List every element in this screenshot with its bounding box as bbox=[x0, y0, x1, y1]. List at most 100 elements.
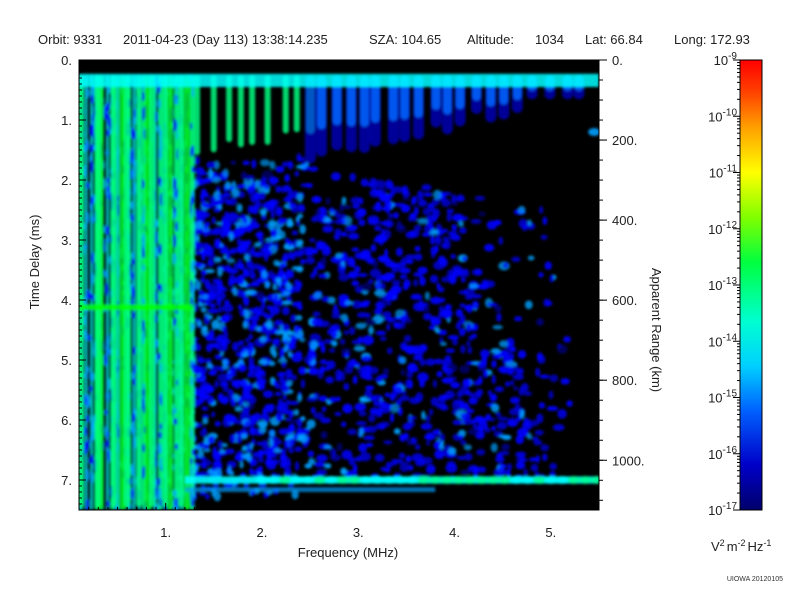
echo-blob bbox=[213, 207, 221, 213]
echo-blob bbox=[495, 412, 502, 417]
echo-blob bbox=[389, 413, 395, 423]
echo-blob bbox=[387, 213, 394, 219]
echo-blob bbox=[241, 405, 250, 414]
echo-blob bbox=[269, 429, 276, 438]
y2-axis-title: Apparent Range (km) bbox=[649, 268, 664, 392]
y2-tick-label: 600. bbox=[612, 293, 637, 308]
echo-blob bbox=[422, 207, 431, 216]
echo-blob bbox=[236, 203, 243, 213]
echo-blob bbox=[512, 373, 525, 381]
plasma-line bbox=[135, 75, 142, 507]
echo-blob bbox=[87, 334, 92, 342]
y2-tick-label: 1000. bbox=[612, 453, 645, 468]
echo-blob bbox=[266, 305, 275, 311]
echo-blob bbox=[173, 418, 178, 425]
echo-blob bbox=[297, 205, 306, 213]
echo-blob bbox=[205, 221, 211, 227]
echo-blob bbox=[287, 161, 294, 170]
echo-blob bbox=[429, 235, 436, 245]
echo-blob bbox=[328, 348, 336, 353]
echo-blob bbox=[275, 413, 284, 422]
echo-blob bbox=[249, 316, 260, 322]
echo-blob bbox=[286, 281, 292, 291]
echo-blob bbox=[538, 402, 546, 409]
echo-blob bbox=[353, 345, 366, 352]
echo-blob bbox=[310, 340, 318, 350]
echo-blob bbox=[86, 395, 91, 409]
echo-blob bbox=[131, 285, 136, 300]
echo-blob bbox=[468, 283, 479, 289]
echo-blob bbox=[274, 305, 279, 313]
echo-blob bbox=[463, 476, 476, 484]
echo-blob bbox=[506, 365, 512, 376]
echo-blob bbox=[425, 464, 436, 475]
echo-blob bbox=[217, 194, 226, 199]
echo-blob bbox=[406, 371, 414, 379]
echo-blob bbox=[83, 441, 88, 455]
echo-blob bbox=[196, 242, 204, 250]
echo-blob bbox=[496, 312, 502, 322]
echo-blob bbox=[319, 359, 328, 365]
echo-blob bbox=[130, 467, 135, 477]
colorbar-tick-label: 10-14 bbox=[708, 332, 737, 349]
echo-blob bbox=[498, 476, 511, 484]
echo-blob bbox=[295, 216, 300, 222]
echo-blob bbox=[230, 160, 237, 165]
echo-blob bbox=[231, 341, 240, 352]
y-axis-right: 0. 200. 400. 600. 800. 1000. bbox=[599, 53, 645, 501]
echo-blob bbox=[347, 232, 360, 240]
echo-blob bbox=[368, 326, 374, 335]
echo-blob bbox=[471, 293, 482, 299]
echo-blob bbox=[456, 390, 463, 399]
echo-blob bbox=[247, 205, 253, 214]
echo-blob bbox=[515, 434, 525, 445]
echo-blob bbox=[286, 380, 293, 387]
echo-blob bbox=[282, 252, 289, 263]
echo-blob bbox=[538, 272, 544, 278]
echo-blob bbox=[204, 278, 211, 289]
echo-blob bbox=[258, 465, 263, 475]
echo-blob bbox=[89, 160, 94, 174]
echo-blob bbox=[331, 340, 338, 347]
harmonic-trace bbox=[79, 304, 193, 311]
echo-blob bbox=[444, 354, 452, 362]
echo-blob bbox=[459, 314, 466, 323]
echo-blob bbox=[539, 206, 544, 214]
echo-blob bbox=[190, 195, 195, 206]
echo-blob bbox=[403, 432, 409, 439]
echo-blob bbox=[458, 221, 464, 227]
echo-blob bbox=[299, 224, 306, 235]
echo-blob bbox=[358, 411, 367, 417]
echo-blob bbox=[511, 256, 521, 263]
echo-blob bbox=[288, 438, 295, 448]
echo-blob bbox=[388, 192, 394, 200]
echo-blob bbox=[131, 425, 136, 436]
echo-blob bbox=[172, 234, 177, 248]
echo-blob bbox=[242, 160, 250, 166]
echo-blob bbox=[527, 219, 532, 226]
echo-blob bbox=[484, 427, 491, 433]
echo-blob bbox=[253, 191, 260, 199]
echo-blob bbox=[414, 245, 421, 252]
echo-blob bbox=[275, 185, 282, 193]
echo-blob bbox=[365, 442, 374, 448]
echo-blob bbox=[468, 335, 474, 341]
echo-blob bbox=[367, 215, 380, 224]
echo-blob bbox=[306, 396, 318, 402]
colorbar-tick-label: 10-13 bbox=[708, 276, 737, 293]
echo-blob bbox=[310, 407, 316, 415]
echo-blob bbox=[340, 467, 348, 476]
echo-blob bbox=[335, 252, 343, 259]
y-axis-title: Time Delay (ms) bbox=[27, 215, 42, 310]
echo-blob bbox=[579, 476, 592, 484]
echo-blob bbox=[249, 342, 255, 353]
echo-blob bbox=[205, 343, 213, 353]
echo-blob bbox=[557, 408, 567, 419]
echo-blob bbox=[214, 420, 221, 427]
echo-blob bbox=[236, 238, 242, 246]
echo-blob bbox=[290, 476, 303, 484]
echo-blob bbox=[231, 188, 240, 198]
echo-blob bbox=[387, 289, 398, 296]
echo-blob bbox=[489, 393, 497, 402]
echo-blob bbox=[365, 312, 371, 319]
